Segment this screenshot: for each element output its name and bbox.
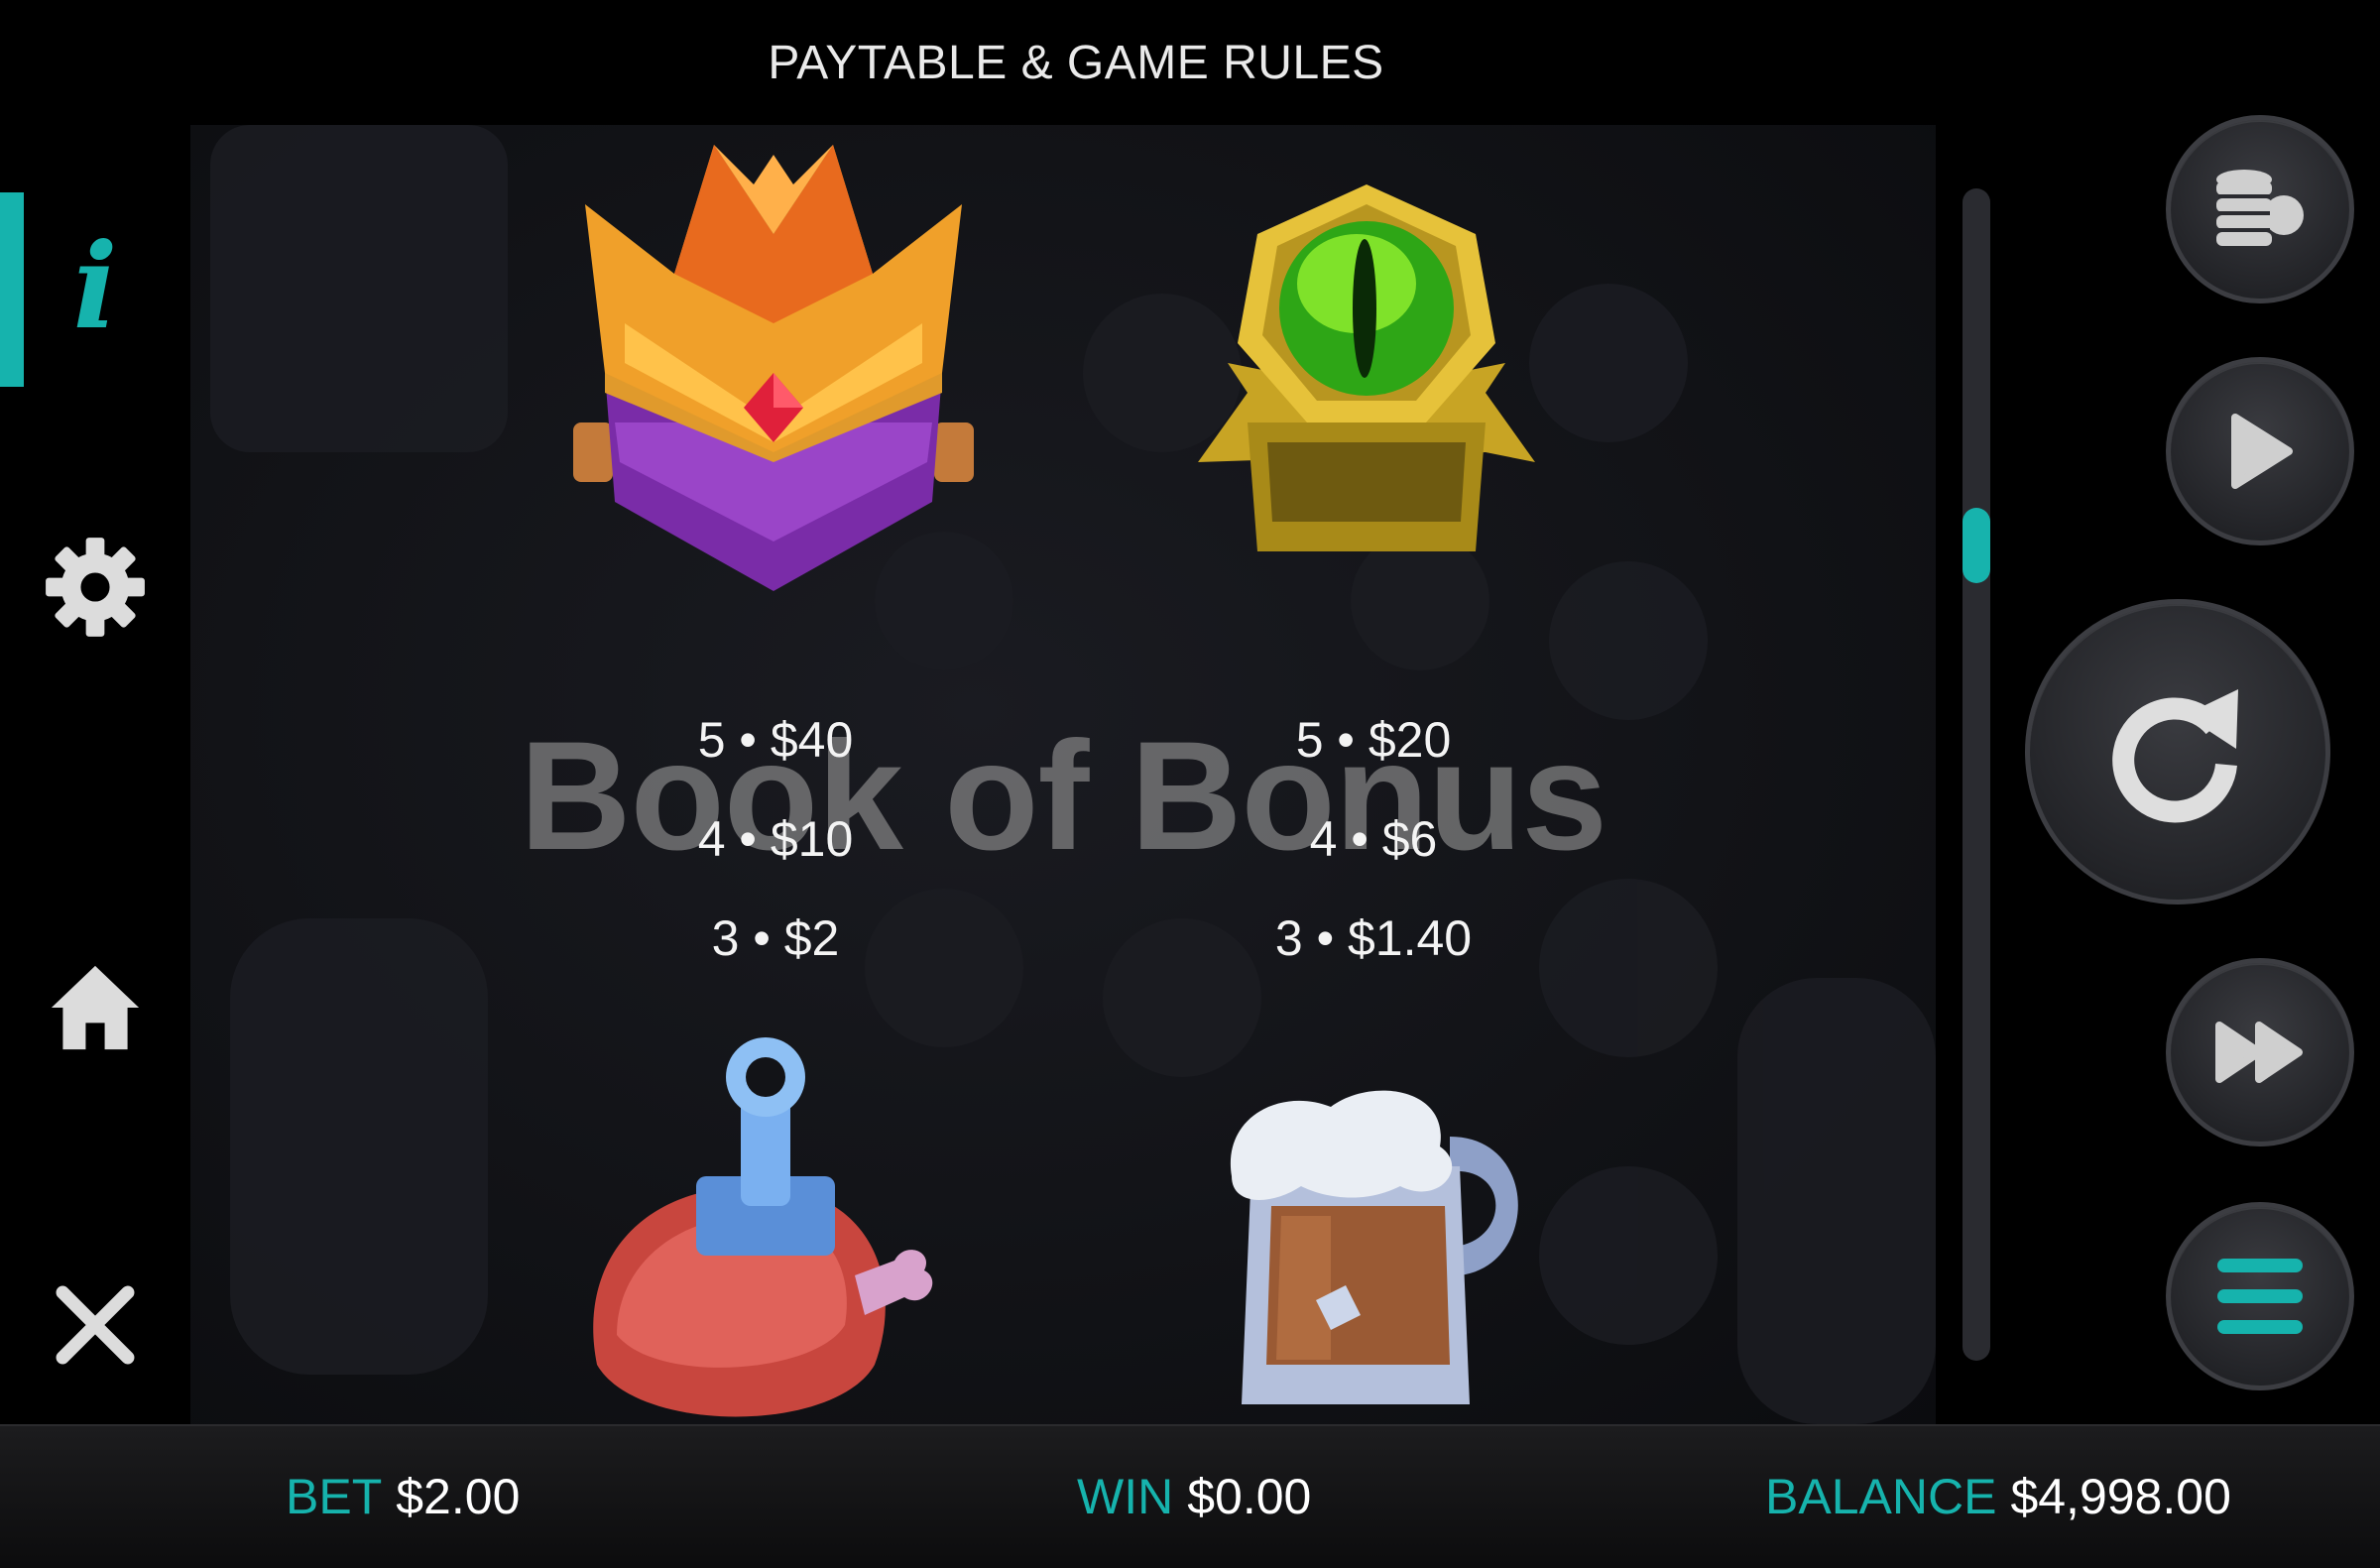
play-icon <box>2231 414 2293 489</box>
crown-paytable: 5 • $40 4 • $10 3 • $2 <box>567 690 984 988</box>
autoplay-button[interactable] <box>2166 357 2354 545</box>
pay-line: 5 • $40 <box>697 712 854 768</box>
sidebar-item-info[interactable]: i <box>0 192 190 387</box>
menu-button[interactable] <box>2166 1202 2354 1390</box>
meat-potion-symbol <box>593 1037 933 1417</box>
eye-ring-symbol <box>1198 184 1535 551</box>
scrollbar-thumb[interactable] <box>1963 508 1990 583</box>
game-title-watermark: Book of Bonus <box>519 710 1607 883</box>
ale-mug-symbol <box>1230 1090 1518 1404</box>
win-value: $0.00 <box>1187 1469 1312 1524</box>
eye-ring-paytable: 5 • $20 4 • $6 3 • $1.40 <box>1165 690 1582 988</box>
pay-line: 4 • $10 <box>697 811 854 867</box>
bet-label: BET <box>286 1469 383 1524</box>
active-indicator <box>0 192 24 387</box>
pay-line: 5 • $20 <box>1295 712 1452 768</box>
close-icon <box>56 1285 135 1365</box>
pay-line: 3 • $1.40 <box>1274 910 1473 966</box>
sidebar-item-settings[interactable] <box>0 518 190 657</box>
menu-icon <box>2217 1259 2303 1334</box>
crown-symbol <box>573 145 974 591</box>
coins-icon <box>2216 170 2304 246</box>
scrollbar[interactable] <box>1963 188 1990 1361</box>
sidebar-item-close[interactable] <box>0 1256 190 1394</box>
bet-value: $2.00 <box>396 1469 521 1524</box>
sidebar-item-home[interactable] <box>0 938 190 1077</box>
home-icon <box>51 965 140 1050</box>
paytable-panel: Book of Bonus 5 • $40 4 • $10 3 • $2 5 •… <box>190 125 1936 1424</box>
balance-display: BALANCE $4,998.00 <box>1765 1468 2231 1525</box>
win-label: WIN <box>1077 1469 1174 1524</box>
pay-line: 3 • $2 <box>711 910 840 966</box>
bet-display: BET $2.00 <box>286 1468 520 1525</box>
status-bar: BET $2.00 WIN $0.00 BALANCE $4,998.00 <box>0 1424 2380 1568</box>
pay-line: 4 • $6 <box>1309 811 1438 867</box>
info-icon: i <box>72 217 118 355</box>
bet-coins-button[interactable] <box>2166 115 2354 303</box>
spin-icon <box>2112 689 2238 823</box>
header: PAYTABLE & GAME RULES <box>0 0 2380 125</box>
fast-forward-icon <box>2215 1022 2303 1083</box>
balance-value: $4,998.00 <box>2010 1469 2231 1524</box>
balance-label: BALANCE <box>1765 1469 1997 1524</box>
turbo-button[interactable] <box>2166 958 2354 1146</box>
spin-button[interactable] <box>2025 599 2330 905</box>
win-display: WIN $0.00 <box>1077 1468 1311 1525</box>
page-title: PAYTABLE & GAME RULES <box>768 37 1384 89</box>
sidebar: i <box>0 125 190 1424</box>
gear-icon <box>46 538 145 637</box>
